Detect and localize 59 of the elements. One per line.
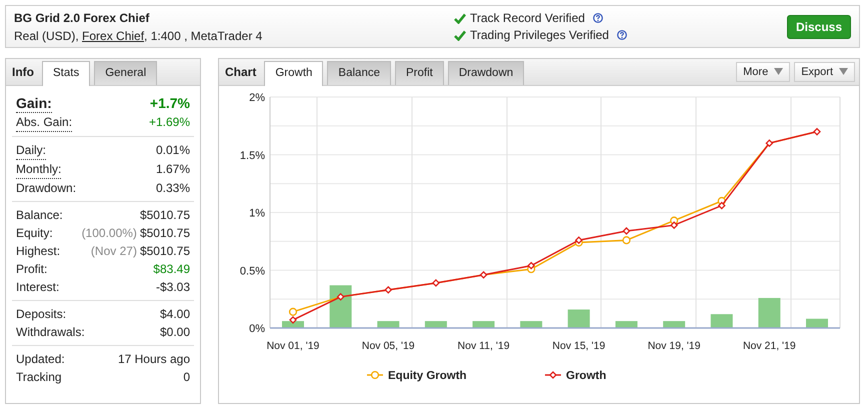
stat-value: 0.01% <box>156 142 190 159</box>
stat-label: Abs. Gain: <box>16 113 72 132</box>
x-tick-label: Nov 01, '19 <box>266 340 320 352</box>
panel-title: Chart <box>225 64 256 81</box>
tab[interactable]: Drawdown <box>448 60 524 85</box>
y-tick-label: 0.5% <box>240 265 265 278</box>
verification-label: Track Record Verified <box>470 10 585 26</box>
stat-label: Updated: <box>16 351 65 368</box>
tab[interactable]: Profit <box>394 60 444 85</box>
stat-value: $5010.75 <box>140 226 190 240</box>
y-tick-label: 0% <box>249 323 265 335</box>
stat-label: Interest: <box>16 279 60 296</box>
stat-label: Equity: <box>16 225 53 242</box>
x-tick-label: Nov 19, '19 <box>648 340 700 352</box>
x-tick-label: Nov 05, '19 <box>362 340 415 352</box>
verification-label: Trading Privileges Verified <box>470 26 609 44</box>
y-tick-label: 2% <box>249 92 265 104</box>
stat-label: Daily: <box>16 141 46 160</box>
stat-value: +1.7% <box>150 94 190 113</box>
y-tick-label: 1.5% <box>240 150 265 162</box>
legend-label: Equity Growth <box>388 370 467 382</box>
x-tick-label: Nov 15, '19 <box>552 340 606 352</box>
discuss-button[interactable]: Discuss <box>786 14 851 38</box>
stat-label: Highest: <box>16 243 60 260</box>
stat-value: 0 <box>183 369 190 386</box>
tab[interactable]: General <box>94 60 158 85</box>
stat-label: Gain: <box>16 94 52 113</box>
stat-value: 0.33% <box>156 180 190 197</box>
stat-value: $83.49 <box>153 261 190 278</box>
legend-label: Growth <box>566 370 606 382</box>
menu-button[interactable]: More <box>736 62 790 82</box>
tab[interactable]: Balance <box>327 60 391 85</box>
tab[interactable]: Stats <box>42 60 90 86</box>
stat-label: Monthly: <box>16 160 62 179</box>
menu-button[interactable]: Export <box>794 62 855 82</box>
stat-value: $4.00 <box>160 306 190 323</box>
stat-label: Drawdown: <box>16 180 76 197</box>
stat-value: +1.69% <box>148 114 190 131</box>
account-title: BG Grid 2.0 Forex Chief <box>14 10 150 26</box>
stat-value: $0.00 <box>160 324 190 341</box>
stat-label: Profit: <box>16 261 48 278</box>
x-tick-label: Nov 11, '19 <box>458 340 510 352</box>
stat-note: (Nov 27) <box>90 244 137 258</box>
stat-label: Withdrawals: <box>16 324 85 341</box>
broker-link[interactable]: Forex Chief <box>82 28 144 42</box>
stat-value: -$3.03 <box>156 279 190 296</box>
tab[interactable]: Growth <box>264 60 324 86</box>
y-tick-label: 1% <box>249 208 265 220</box>
stat-value: $5010.75 <box>140 244 190 258</box>
account-details: Real (USD), Forex Chief, 1:400 , MetaTrader 4 <box>14 28 264 44</box>
stat-label: Balance: <box>16 207 63 224</box>
stat-label: Deposits: <box>16 306 66 323</box>
stat-note: (100.00%) <box>82 226 137 240</box>
stat-value: $5010.75 <box>140 207 190 224</box>
stat-value: 1.67% <box>156 161 190 178</box>
stat-value: 17 Hours ago <box>118 351 190 368</box>
x-tick-label: Nov 21, '19 <box>742 340 796 352</box>
stat-label: Tracking <box>16 369 62 386</box>
panel-title: Info <box>12 64 34 81</box>
